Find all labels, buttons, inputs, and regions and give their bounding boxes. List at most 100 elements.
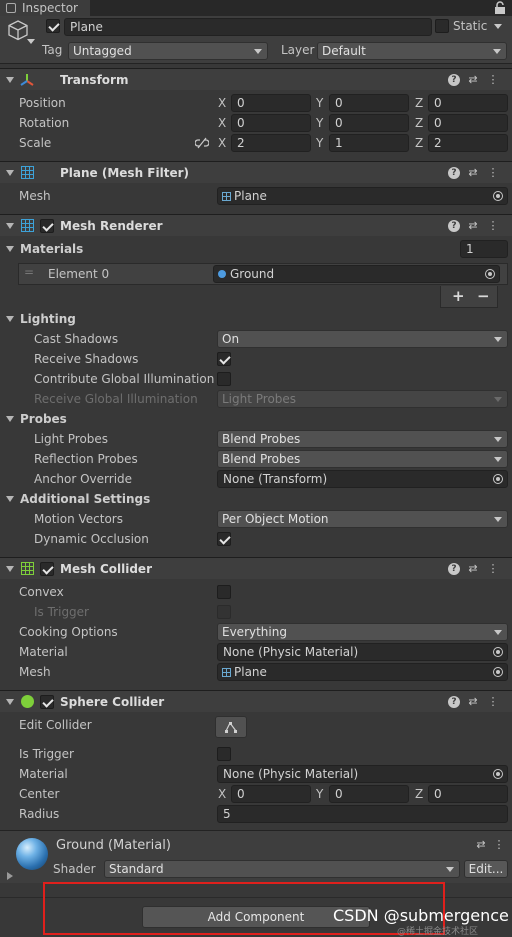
more-menu-icon[interactable]: ⋮ — [486, 166, 500, 180]
chevron-down-icon — [494, 457, 502, 462]
cast-shadows-dropdown[interactable]: On — [217, 330, 508, 348]
rotation-x-field[interactable]: 0 — [231, 114, 311, 132]
more-menu-icon[interactable]: ⋮ — [486, 562, 500, 576]
reflection-probes-dropdown[interactable]: Blend Probes — [217, 450, 508, 468]
mesh-object-field[interactable]: Plane — [217, 187, 508, 205]
foldout-icon[interactable] — [6, 170, 14, 176]
mesh-renderer-header[interactable]: Mesh Renderer ? ⇄ ⋮ — [0, 214, 512, 236]
drag-handle-icon[interactable]: = — [24, 265, 34, 279]
convex-checkbox[interactable] — [217, 585, 231, 599]
foldout-icon[interactable] — [6, 223, 14, 229]
mesh-collider-enabled-checkbox[interactable] — [40, 562, 54, 576]
object-name-input[interactable]: Plane — [64, 18, 432, 36]
preset-icon[interactable]: ⇄ — [466, 695, 480, 709]
edit-collider-button[interactable] — [215, 716, 247, 738]
mesh-collider-header[interactable]: Mesh Collider ? ⇄ ⋮ — [0, 557, 512, 579]
more-menu-icon[interactable]: ⋮ — [486, 219, 500, 233]
active-checkbox[interactable] — [46, 19, 60, 33]
preset-icon[interactable]: ⇄ — [466, 73, 480, 87]
preset-icon[interactable]: ⇄ — [466, 219, 480, 233]
position-y-field[interactable]: 0 — [329, 94, 409, 112]
chevron-down-icon — [494, 437, 502, 442]
material-header-icons: ⇄ ⋮ — [474, 838, 506, 852]
rotation-z-field[interactable]: 0 — [428, 114, 508, 132]
list-buttons: + − — [440, 286, 498, 308]
x-axis-label: X — [218, 116, 227, 130]
tag-dropdown[interactable]: Untagged — [68, 42, 268, 60]
sphere-material-field[interactable]: None (Physic Material) — [217, 765, 508, 783]
shader-value: Standard — [109, 862, 164, 876]
help-icon[interactable]: ? — [448, 167, 460, 179]
object-picker-icon[interactable] — [493, 647, 503, 657]
sphere-is-trigger-checkbox[interactable] — [217, 747, 231, 761]
cooking-options-label: Cooking Options — [19, 625, 118, 639]
object-picker-icon[interactable] — [485, 269, 495, 279]
more-menu-icon[interactable]: ⋮ — [492, 838, 506, 852]
help-icon[interactable]: ? — [448, 220, 460, 232]
object-picker-icon[interactable] — [493, 667, 503, 677]
lighting-foldout-icon[interactable] — [6, 316, 14, 322]
probes-foldout-icon[interactable] — [6, 416, 14, 422]
mesh-renderer-enabled-checkbox[interactable] — [40, 219, 54, 233]
foldout-icon[interactable] — [6, 699, 14, 705]
materials-foldout-icon[interactable] — [6, 246, 14, 252]
foldout-icon[interactable] — [6, 566, 14, 572]
center-z-field[interactable]: 0 — [428, 785, 508, 803]
scale-x-field[interactable]: 2 — [231, 134, 311, 152]
layer-dropdown[interactable]: Default — [317, 42, 507, 60]
scale-z-field[interactable]: 2 — [428, 134, 508, 152]
more-menu-icon[interactable]: ⋮ — [486, 695, 500, 709]
preset-icon[interactable]: ⇄ — [466, 166, 480, 180]
materials-count-field[interactable]: 1 — [460, 240, 508, 258]
collider-mesh-field[interactable]: Plane — [217, 663, 508, 681]
contribute-gi-checkbox[interactable] — [217, 372, 231, 386]
center-y-field[interactable]: 0 — [329, 785, 409, 803]
sphere-material-label: Material — [19, 767, 68, 781]
remove-element-button[interactable]: − — [477, 287, 490, 305]
object-picker-icon[interactable] — [493, 769, 503, 779]
element-material-field[interactable]: Ground — [213, 265, 500, 283]
static-checkbox[interactable] — [435, 19, 449, 33]
help-icon[interactable]: ? — [448, 563, 460, 575]
shader-dropdown[interactable]: Standard — [104, 860, 460, 878]
tab-inspector[interactable]: Inspector — [0, 0, 90, 16]
mesh-filter-header[interactable]: Plane (Mesh Filter) ? ⇄ ⋮ — [0, 161, 512, 183]
object-header: Plane Static Tag Untagged Layer Default — [0, 16, 512, 64]
anchor-override-field[interactable]: None (Transform) — [217, 470, 508, 488]
motion-vectors-dropdown[interactable]: Per Object Motion — [217, 510, 508, 528]
cooking-options-dropdown[interactable]: Everything — [217, 623, 508, 641]
receive-shadows-checkbox[interactable] — [217, 352, 231, 366]
lock-icon[interactable] — [494, 1, 506, 14]
mesh-icon — [222, 668, 231, 677]
transform-header[interactable]: Transform ? ⇄ ⋮ — [0, 68, 512, 90]
icon-dropdown-arrow[interactable] — [27, 39, 35, 44]
radius-field[interactable]: 5 — [217, 805, 508, 823]
foldout-icon[interactable] — [6, 77, 14, 83]
help-icon[interactable]: ? — [448, 74, 460, 86]
additional-foldout-icon[interactable] — [6, 496, 14, 502]
preset-icon[interactable]: ⇄ — [466, 562, 480, 576]
add-element-button[interactable]: + — [452, 287, 465, 305]
shader-edit-button[interactable]: Edit... — [464, 860, 508, 878]
tag-label: Tag — [42, 43, 63, 57]
light-probes-dropdown[interactable]: Blend Probes — [217, 430, 508, 448]
mesh-filter-icon — [21, 166, 34, 179]
position-z-field[interactable]: 0 — [428, 94, 508, 112]
scale-y-field[interactable]: 1 — [329, 134, 409, 152]
rotation-y-field[interactable]: 0 — [329, 114, 409, 132]
object-picker-icon[interactable] — [493, 191, 503, 201]
dynamic-occlusion-checkbox[interactable] — [217, 532, 231, 546]
sphere-collider-header[interactable]: Sphere Collider ? ⇄ ⋮ — [0, 690, 512, 712]
preset-icon[interactable]: ⇄ — [474, 838, 488, 852]
help-icon[interactable]: ? — [448, 696, 460, 708]
unlinked-scale-icon[interactable] — [195, 137, 209, 149]
material-foldout-icon[interactable] — [7, 872, 13, 880]
sphere-collider-enabled-checkbox[interactable] — [40, 695, 54, 709]
physic-material-field[interactable]: None (Physic Material) — [217, 643, 508, 661]
sphere-material-value: None (Physic Material) — [223, 767, 359, 781]
object-picker-icon[interactable] — [493, 474, 503, 484]
more-menu-icon[interactable]: ⋮ — [486, 73, 500, 87]
center-x-field[interactable]: 0 — [231, 785, 311, 803]
static-dropdown-arrow[interactable] — [494, 24, 502, 29]
position-x-field[interactable]: 0 — [231, 94, 311, 112]
